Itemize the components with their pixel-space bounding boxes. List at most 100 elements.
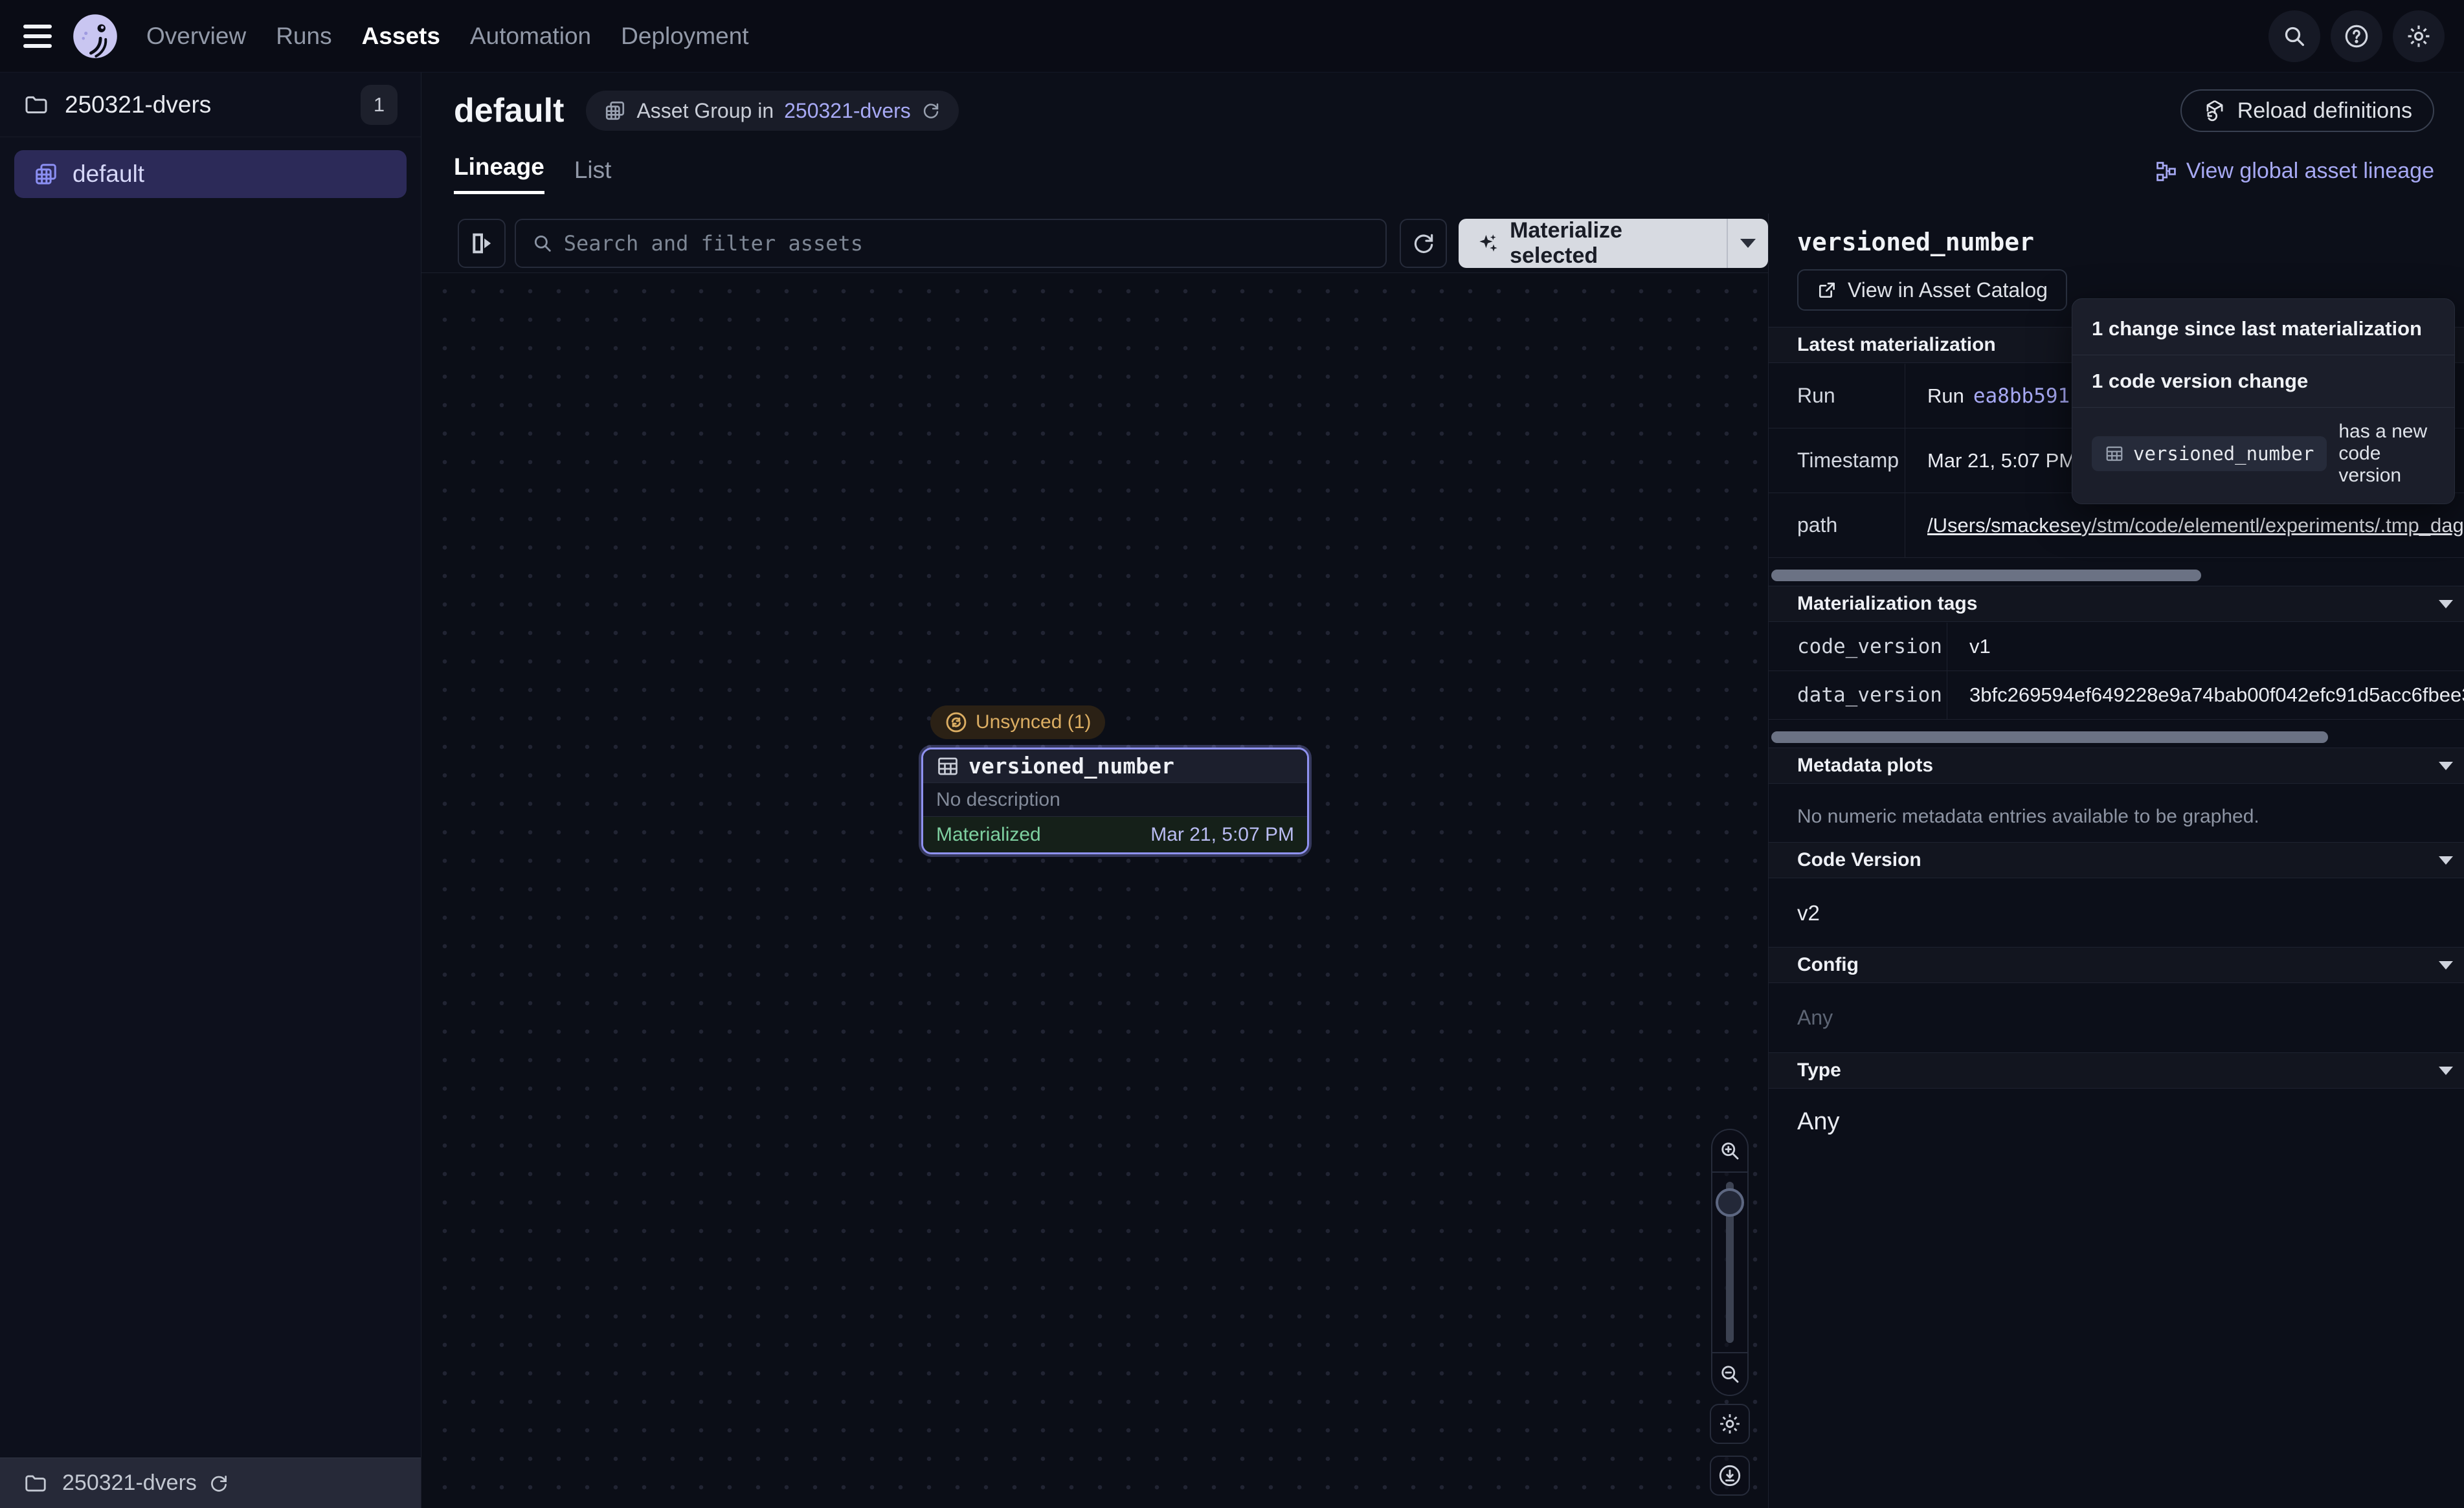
asset-chip-label: versioned_number: [2133, 443, 2314, 465]
sidebar-item-default[interactable]: default: [14, 150, 407, 198]
unsynced-badge-label: Unsynced (1): [976, 711, 1091, 733]
dagster-logo-icon[interactable]: [70, 11, 120, 61]
view-in-asset-catalog-button[interactable]: View in Asset Catalog: [1797, 269, 2067, 311]
reload-definitions-label: Reload definitions: [2237, 98, 2412, 124]
code-version-value: v2: [1797, 901, 1820, 926]
graph-settings-button[interactable]: [1710, 1404, 1750, 1444]
view-global-asset-lineage-label: View global asset lineage: [2186, 159, 2434, 184]
section-label: Config: [1797, 954, 1859, 976]
section-metadata-plots[interactable]: Metadata plots: [1769, 748, 2464, 784]
toggle-sidebar-button[interactable]: [458, 219, 506, 268]
panel-expand-icon: [469, 230, 495, 256]
panel-asset-title: versioned_number: [1797, 228, 2034, 256]
asset-group-icon: [604, 100, 626, 122]
lineage-toolbar: Materialize selected: [421, 214, 1768, 273]
dagster-app: Overview Runs Assets Automation Deployme…: [0, 0, 2464, 1508]
folder-icon: [23, 92, 49, 118]
asset-node-status: Materialized: [936, 824, 1041, 846]
reload-definitions-button[interactable]: Reload definitions: [2180, 89, 2434, 132]
timestamp-value: Mar 21, 5:07 PM: [1927, 449, 2076, 472]
section-label: Materialization tags: [1797, 593, 1977, 615]
tag-key: code_version: [1769, 623, 1947, 671]
chevron-down-icon: [2439, 961, 2453, 970]
asset-group-badge-text: Asset Group in: [636, 99, 774, 123]
nav-automation[interactable]: Automation: [470, 23, 591, 50]
sidebar-group-label: 250321-dvers: [65, 91, 211, 118]
materialize-selected-button[interactable]: Materialize selected: [1459, 219, 1727, 268]
refresh-icon[interactable]: [208, 1473, 229, 1494]
nav-overview[interactable]: Overview: [146, 23, 246, 50]
section-config[interactable]: Config: [1769, 947, 2464, 983]
path-link[interactable]: /Users/smackesey/stm/code/elementl/exper…: [1927, 514, 2464, 537]
zoom-out-icon: [1718, 1362, 1742, 1386]
row-data-version-tag: data_version 3bfc269594ef649228e9a74bab0…: [1769, 671, 2464, 720]
horizontal-scrollbar[interactable]: [1771, 731, 2328, 743]
popover-change-summary: 1 code version change: [2072, 355, 2454, 407]
view-global-asset-lineage-link[interactable]: View global asset lineage: [2155, 159, 2434, 194]
sidebar-footer-label: 250321-dvers: [62, 1470, 197, 1496]
hamburger-menu-icon[interactable]: [23, 25, 52, 48]
zoom-out-button[interactable]: [1712, 1352, 1747, 1395]
table-icon: [2105, 444, 2124, 463]
refresh-graph-button[interactable]: [1400, 219, 1448, 268]
unsynced-badge[interactable]: Unsynced (1): [930, 705, 1105, 739]
search-icon[interactable]: [2268, 10, 2320, 62]
sidebar-group-count-badge: 1: [361, 85, 398, 125]
sidebar-item-label: default: [73, 161, 144, 188]
lineage-graph-icon: [2155, 161, 2177, 183]
materialize-dropdown-button[interactable]: [1728, 219, 1768, 268]
section-label: Code Version: [1797, 849, 1921, 871]
row-code-version-tag: code_version v1: [1769, 623, 2464, 671]
sidebar-group-250321-dvers[interactable]: 250321-dvers 1: [0, 72, 421, 137]
section-type[interactable]: Type: [1769, 1052, 2464, 1089]
chevron-down-icon: [2439, 600, 2453, 608]
zoom-in-button[interactable]: [1712, 1130, 1747, 1173]
help-icon[interactable]: [2331, 10, 2382, 62]
popover-change-text: has a new code version: [2338, 421, 2435, 487]
reload-definitions-icon: [2202, 98, 2227, 123]
sync-status-icon: [945, 711, 968, 734]
metadata-empty-text: No numeric metadata entries available to…: [1797, 806, 2259, 828]
run-id-link[interactable]: ea8bb591: [1973, 384, 2070, 408]
nav-assets[interactable]: Assets: [362, 23, 440, 50]
run-prefix: Run: [1927, 384, 1964, 408]
section-label: Type: [1797, 1059, 1841, 1081]
gear-icon[interactable]: [2393, 10, 2445, 62]
nav-runs[interactable]: Runs: [276, 23, 331, 50]
section-materialization-tags[interactable]: Materialization tags: [1769, 586, 2464, 622]
download-image-button[interactable]: [1710, 1456, 1750, 1496]
sidebar: 250321-dvers 1 default 250321-dvers: [0, 72, 421, 1508]
asset-group-badge[interactable]: Asset Group in 250321-dvers: [586, 91, 958, 131]
zoom-slider[interactable]: [1712, 1173, 1747, 1352]
sparkle-icon: [1477, 232, 1499, 255]
chevron-down-icon: [2439, 1067, 2453, 1075]
zoom-slider-knob[interactable]: [1716, 1188, 1744, 1217]
materialize-selected-button-group: Materialize selected: [1459, 219, 1768, 268]
config-value: Any: [1797, 1006, 1833, 1030]
chevron-down-icon: [2439, 856, 2453, 865]
changes-popover: 1 change since last materialization 1 co…: [2072, 298, 2455, 504]
asset-node-versioned-number[interactable]: versioned_number No description Material…: [921, 748, 1309, 854]
nav-deployment[interactable]: Deployment: [621, 23, 748, 50]
top-nav: Overview Runs Assets Automation Deployme…: [0, 0, 2464, 72]
chevron-down-icon: [1740, 239, 1756, 248]
sidebar-footer-code-location[interactable]: 250321-dvers: [0, 1458, 421, 1508]
search-input[interactable]: [564, 231, 1370, 256]
tab-list[interactable]: List: [574, 157, 612, 194]
asset-group-badge-link[interactable]: 250321-dvers: [784, 99, 911, 123]
type-value: Any: [1797, 1108, 1839, 1136]
refresh-icon[interactable]: [921, 101, 941, 120]
asset-search-box: [515, 219, 1387, 268]
horizontal-scrollbar[interactable]: [1771, 570, 2201, 581]
primary-nav: Overview Runs Assets Automation Deployme…: [146, 23, 749, 50]
popover-title: 1 change since last materialization: [2072, 299, 2454, 355]
page-header: default Asset Group in 250321-dvers: [421, 72, 2464, 214]
page-title: default: [454, 91, 564, 130]
asset-chip-versioned-number[interactable]: versioned_number: [2092, 436, 2327, 471]
lineage-canvas[interactable]: Unsynced (1) versioned_number No descrip…: [421, 273, 1768, 1508]
tab-lineage[interactable]: Lineage: [454, 153, 544, 194]
asset-node-timestamp: Mar 21, 5:07 PM: [1150, 824, 1294, 846]
search-icon: [532, 232, 554, 254]
topnav-actions: [2268, 10, 2445, 62]
section-code-version[interactable]: Code Version: [1769, 842, 2464, 878]
